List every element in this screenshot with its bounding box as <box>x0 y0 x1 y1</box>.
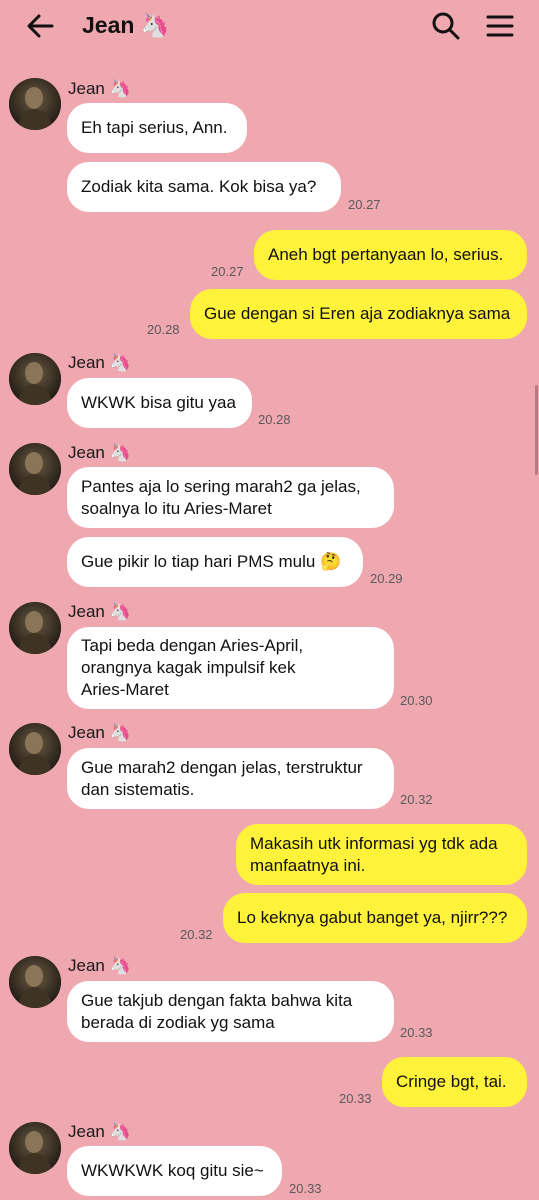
message-text-line: orangnya kagak impulsif kek <box>81 658 296 677</box>
arrow-left-icon <box>27 14 54 38</box>
sender-name: Jean 🦄 <box>68 79 131 98</box>
incoming-message-bubble[interactable]: Pantes aja lo sering marah2 ga jelas, so… <box>67 467 394 528</box>
message-text-line: Tapi beda dengan Aries-April, <box>81 636 304 655</box>
incoming-message-bubble[interactable]: WKWKWK koq gitu sie~ <box>67 1146 282 1196</box>
message-text-line: Aries-Maret <box>81 680 169 699</box>
avatar[interactable] <box>9 956 61 1008</box>
message-text: WKWKWK koq gitu sie~ <box>81 1161 264 1180</box>
avatar-image <box>9 602 61 654</box>
message-text-line: manfaatnya ini. <box>250 855 366 875</box>
message-text-line: Pantes aja lo sering marah2 ga jelas, <box>81 476 361 496</box>
avatar[interactable] <box>9 723 61 775</box>
message-text-line: Makasih utk informasi yg tdk ada <box>250 833 498 853</box>
avatar-image <box>9 443 61 495</box>
sender-name: Jean 🦄 <box>68 956 131 975</box>
avatar-image <box>9 353 61 405</box>
chat-title: Jean 🦄 <box>82 12 170 38</box>
incoming-message-bubble[interactable]: Gue takjub dengan fakta bahwa kita berad… <box>67 981 394 1042</box>
message-text-line: Gue marah2 dengan jelas, terstruktur <box>81 757 363 777</box>
message-text-line: dan sistematis. <box>81 779 195 799</box>
message-text: Lo keknya gabut banget ya, njirr??? <box>237 908 508 927</box>
outgoing-message-bubble[interactable]: Makasih utk informasi yg tdk ada manfaat… <box>236 824 527 885</box>
outgoing-message-bubble[interactable]: Cringe bgt, tai. <box>382 1057 527 1107</box>
incoming-message-bubble[interactable]: Zodiak kita sama. Kok bisa ya? <box>67 162 341 212</box>
avatar[interactable] <box>9 78 61 130</box>
incoming-message-bubble[interactable]: Gue pikir lo tiap hari PMS mulu 🤔 <box>67 537 363 587</box>
sender-name: Jean 🦄 <box>68 353 131 372</box>
avatar[interactable] <box>9 353 61 405</box>
message-text: Aneh bgt pertanyaan lo, serius. <box>268 245 504 264</box>
message-timestamp: 20.28 <box>147 322 180 337</box>
message-timestamp: 20.29 <box>370 571 403 586</box>
message-timestamp: 20.27 <box>211 264 244 279</box>
avatar-image <box>9 723 61 775</box>
avatar-image <box>9 956 61 1008</box>
avatar[interactable] <box>9 443 61 495</box>
message-timestamp: 20.33 <box>289 1181 322 1196</box>
message-timestamp: 20.32 <box>400 792 433 807</box>
sender-name: Jean 🦄 <box>68 443 131 462</box>
sender-name: Jean 🦄 <box>68 602 131 621</box>
incoming-message-bubble[interactable]: WKWK bisa gitu yaa <box>67 378 252 428</box>
message-text: Gue pikir lo tiap hari PMS mulu 🤔 <box>81 552 342 571</box>
message-text-line: berada di zodiak yg sama <box>81 1012 275 1032</box>
message-timestamp: 20.28 <box>258 412 291 427</box>
scrollbar[interactable] <box>535 385 538 475</box>
avatar-image <box>9 78 61 130</box>
message-timestamp: 20.33 <box>400 1025 433 1040</box>
avatar[interactable] <box>9 1122 61 1174</box>
menu-button[interactable] <box>482 8 518 44</box>
message-timestamp: 20.27 <box>348 197 381 212</box>
outgoing-message-bubble[interactable]: Lo keknya gabut banget ya, njirr??? <box>223 893 527 943</box>
search-button[interactable] <box>428 8 464 44</box>
incoming-message-bubble[interactable]: Tapi beda dengan Aries-April, orangnya k… <box>67 627 394 709</box>
message-text: Eh tapi serius, Ann. <box>81 118 228 137</box>
avatar[interactable] <box>9 602 61 654</box>
message-text: WKWK bisa gitu yaa <box>81 393 236 412</box>
back-button[interactable] <box>22 10 58 42</box>
chat-header: Jean 🦄 <box>0 0 539 52</box>
search-icon <box>432 12 460 40</box>
message-text: Zodiak kita sama. Kok bisa ya? <box>81 177 317 196</box>
message-text: Cringe bgt, tai. <box>396 1072 507 1091</box>
outgoing-message-bubble[interactable]: Aneh bgt pertanyaan lo, serius. <box>254 230 527 280</box>
message-timestamp: 20.30 <box>400 693 433 708</box>
incoming-message-bubble[interactable]: Eh tapi serius, Ann. <box>67 103 247 153</box>
message-timestamp: 20.32 <box>180 927 213 942</box>
sender-name: Jean 🦄 <box>68 723 131 742</box>
sender-name: Jean 🦄 <box>68 1122 131 1141</box>
message-text: Gue dengan si Eren aja zodiaknya sama <box>204 304 511 323</box>
avatar-image <box>9 1122 61 1174</box>
message-timestamp: 20.33 <box>339 1091 372 1106</box>
hamburger-menu-icon <box>486 15 514 37</box>
message-text-line: Gue takjub dengan fakta bahwa kita <box>81 990 353 1010</box>
message-text-line: soalnya lo itu Aries-Maret <box>81 498 272 518</box>
outgoing-message-bubble[interactable]: Gue dengan si Eren aja zodiaknya sama <box>190 289 527 339</box>
incoming-message-bubble[interactable]: Gue marah2 dengan jelas, terstruktur dan… <box>67 748 394 809</box>
